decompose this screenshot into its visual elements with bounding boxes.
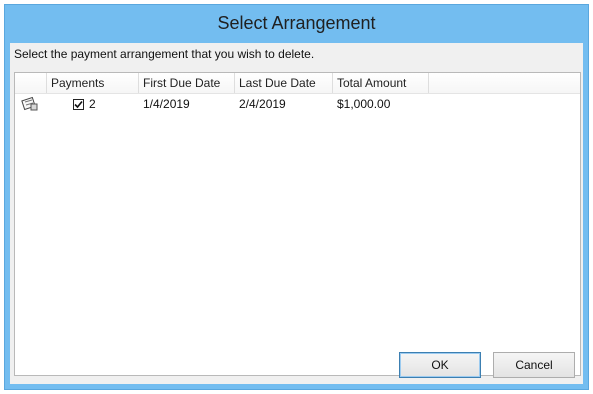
column-header-icon[interactable] bbox=[15, 73, 47, 93]
table-row[interactable]: 2 1/4/2019 2/4/2019 $1,000.00 bbox=[15, 94, 580, 114]
arrangements-list[interactable]: Payments First Due Date Last Due Date To… bbox=[14, 72, 581, 376]
instruction-label: Select the payment arrangement that you … bbox=[14, 47, 315, 61]
checkmark-icon bbox=[74, 100, 83, 108]
select-arrangement-dialog: Select Arrangement Select the payment ar… bbox=[4, 4, 589, 390]
cancel-button[interactable]: Cancel bbox=[493, 352, 575, 378]
row-icon-cell bbox=[15, 94, 47, 114]
payments-checkbox[interactable] bbox=[73, 98, 84, 110]
ok-button[interactable]: OK bbox=[399, 352, 481, 378]
last-due-date-cell: 2/4/2019 bbox=[239, 97, 286, 111]
payments-cell: 2 bbox=[47, 94, 139, 114]
column-header-payments[interactable]: Payments bbox=[47, 73, 139, 93]
dialog-client-area: Select the payment arrangement that you … bbox=[10, 43, 583, 384]
total-amount-cell: $1,000.00 bbox=[337, 97, 391, 111]
dialog-title-bar[interactable]: Select Arrangement bbox=[5, 5, 588, 41]
column-header-total-amount[interactable]: Total Amount bbox=[333, 73, 429, 93]
dialog-button-row: OK Cancel bbox=[399, 352, 575, 378]
column-header-filler bbox=[429, 73, 580, 93]
column-header-last-due-date[interactable]: Last Due Date bbox=[235, 73, 333, 93]
first-due-date-cell: 1/4/2019 bbox=[143, 97, 190, 111]
payment-arrangement-icon bbox=[21, 96, 38, 111]
payments-count: 2 bbox=[89, 97, 96, 111]
dialog-title: Select Arrangement bbox=[217, 12, 376, 33]
column-header-first-due-date[interactable]: First Due Date bbox=[139, 73, 235, 93]
list-header: Payments First Due Date Last Due Date To… bbox=[15, 73, 580, 94]
